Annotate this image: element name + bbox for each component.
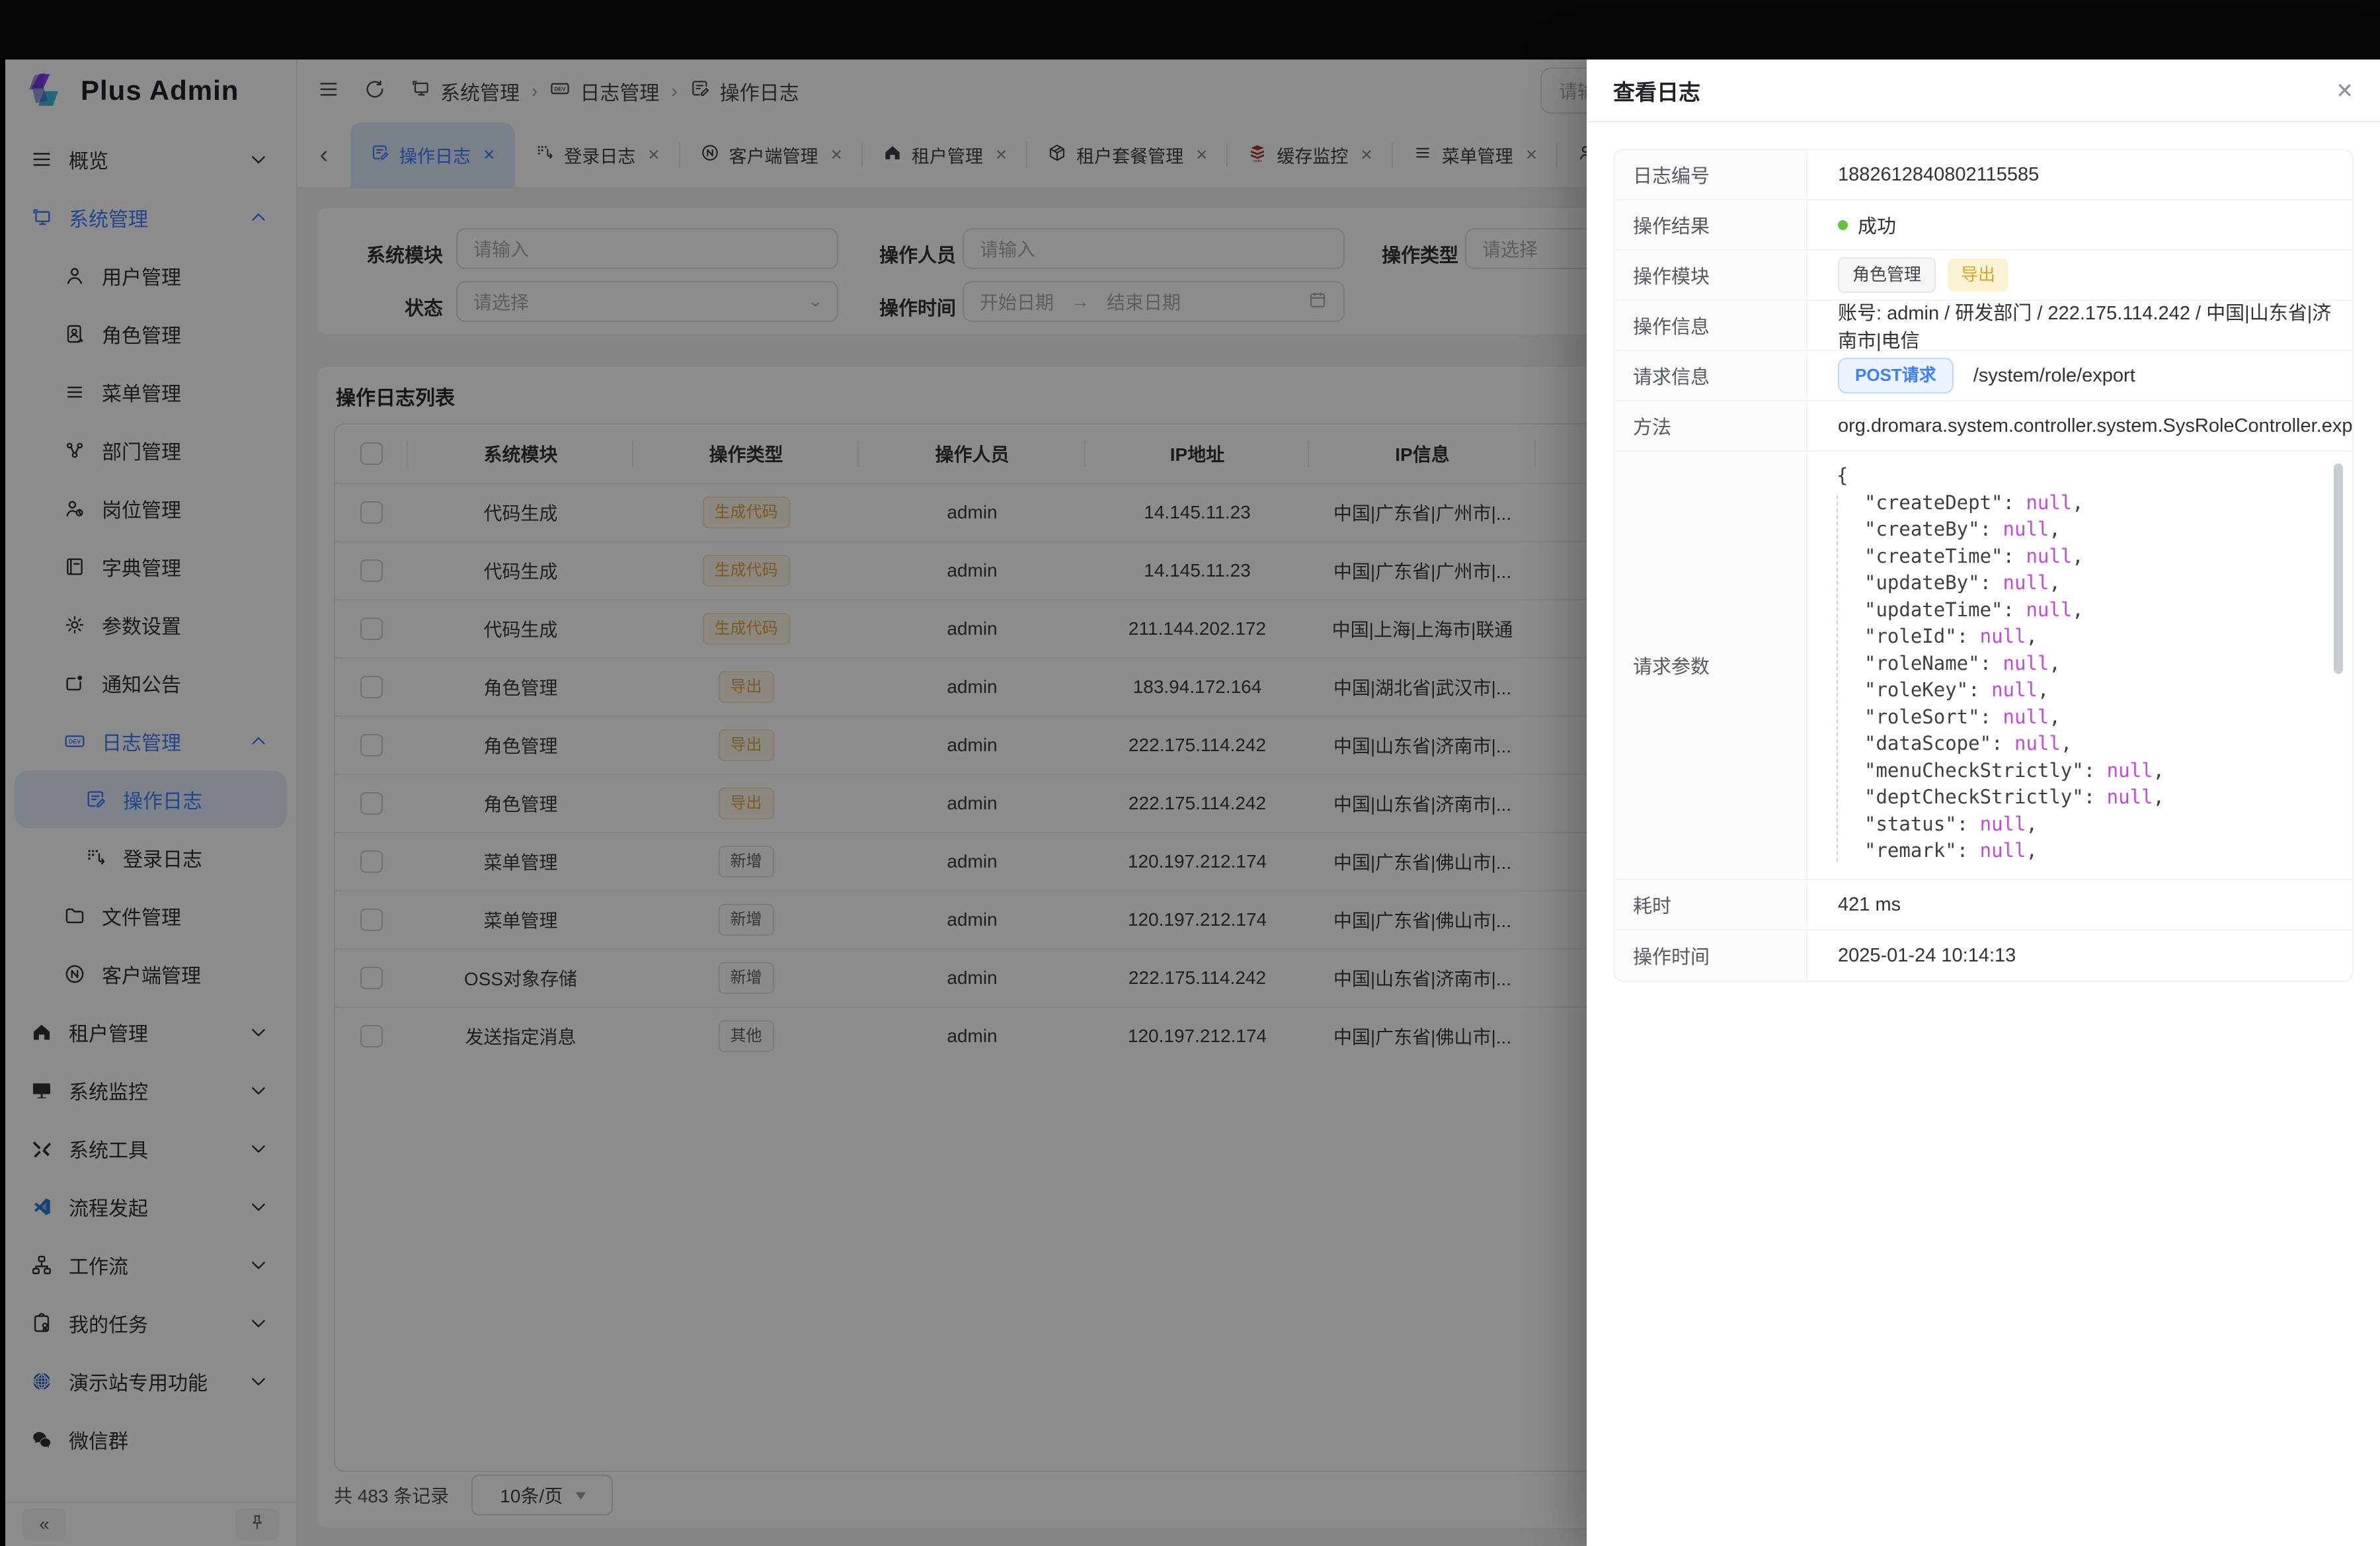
json-line: "roleKey": null, [1837,676,2164,704]
field-module-label: 操作模块 [1614,251,1807,300]
log-detail-table: 日志编号 1882612840802115585 操作结果 成功 操作模块 角色… [1613,149,2354,982]
field-duration: 耗时 421 ms [1614,880,2352,930]
json-line: "createTime": null, [1837,543,2164,570]
json-line: "createBy": null, [1837,516,2164,543]
close-icon[interactable]: ✕ [2336,78,2354,103]
field-params-label: 请求参数 [1614,452,1807,879]
success-dot-icon [1838,220,1848,230]
field-info-label: 操作信息 [1614,301,1807,350]
field-log-id-value: 1882612840802115585 [1807,150,2352,199]
params-code-block[interactable]: {"createDept": null,"createBy": null,"cr… [1807,452,2352,879]
field-info: 操作信息 账号: admin / 研发部门 / 222.175.114.242 … [1614,301,2352,351]
json-line: "updateTime": null, [1837,596,2164,624]
field-log-id-label: 日志编号 [1614,150,1807,199]
operation-type-tag: 导出 [1948,259,2008,291]
drawer-body: 日志编号 1882612840802115585 操作结果 成功 操作模块 角色… [1587,122,2380,1546]
json-line: "roleSort": null, [1837,704,2164,731]
drawer-header: 查看日志 ✕ [1587,60,2380,122]
field-log-id: 日志编号 1882612840802115585 [1614,150,2352,200]
field-params: 请求参数 {"createDept": null,"createBy": nul… [1614,452,2352,880]
field-time: 操作时间 2025-01-24 10:14:13 [1614,930,2352,981]
json-line: "updateBy": null, [1837,569,2164,596]
json-line: "roleName": null, [1837,650,2164,677]
field-method: 方法 org.dromara.system.controller.system.… [1614,401,2352,452]
module-tag: 角色管理 [1838,257,1936,292]
field-request: 请求信息 POST请求 /system/role/export [1614,351,2352,401]
field-result: 操作结果 成功 [1614,200,2352,251]
post-method-tag: POST请求 [1838,358,1954,393]
field-time-label: 操作时间 [1614,930,1807,981]
field-time-value: 2025-01-24 10:14:13 [1807,930,2352,981]
field-method-value: org.dromara.system.controller.system.Sys… [1807,401,2352,450]
json-line: "dataScope": null, [1837,730,2164,757]
request-url: /system/role/export [1973,365,2135,387]
field-request-label: 请求信息 [1614,351,1807,400]
field-result-value: 成功 [1858,211,1896,239]
field-info-value: 账号: admin / 研发部门 / 222.175.114.242 / 中国|… [1807,301,2352,350]
json-line: "remark": null, [1837,837,2164,864]
json-line: "createDept": null, [1837,489,2164,516]
json-line: "status": null, [1837,811,2164,838]
field-result-label: 操作结果 [1614,200,1807,249]
json-line: { [1837,462,2164,489]
view-log-drawer: 查看日志 ✕ 日志编号 1882612840802115585 操作结果 成功 … [1587,60,2380,1546]
window-top-bar [0,0,2380,60]
json-line: "menuCheckStrictly": null, [1837,757,2164,784]
field-duration-label: 耗时 [1614,880,1807,929]
field-method-label: 方法 [1614,401,1807,450]
field-duration-value: 421 ms [1807,880,2352,929]
drawer-title: 查看日志 [1613,75,1700,106]
params-json: {"createDept": null,"createBy": null,"cr… [1834,462,2164,864]
code-scrollbar-thumb[interactable] [2334,464,2343,674]
field-module: 操作模块 角色管理 导出 [1614,251,2352,301]
json-line: "deptCheckStrictly": null, [1837,784,2164,811]
json-line: "roleId": null, [1837,623,2164,650]
